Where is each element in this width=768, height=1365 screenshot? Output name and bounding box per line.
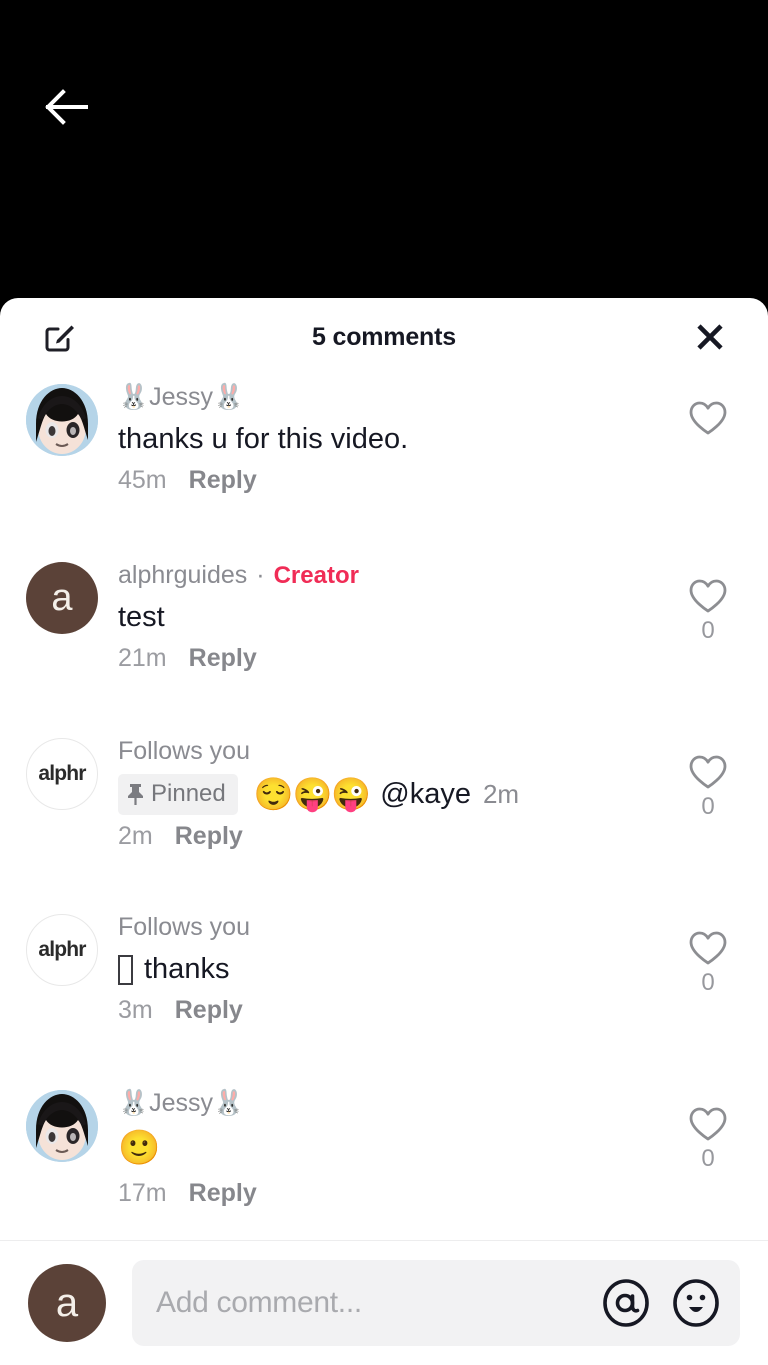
comment-timestamp: 21m — [118, 644, 167, 673]
page-title: 5 comments — [312, 322, 456, 351]
current-user-avatar[interactable]: a — [28, 1264, 106, 1342]
reply-button[interactable]: Reply — [175, 996, 243, 1025]
anime-avatar-image — [26, 384, 98, 456]
author-name: 🐰Jessy🐰 — [118, 1089, 245, 1117]
mention-button[interactable] — [600, 1277, 652, 1329]
comment-item[interactable]: a alphrguides · Creator test 21m Reply 0 — [0, 558, 768, 734]
comment-content: 🐰Jessy🐰 🙂 17m Reply — [118, 1086, 672, 1208]
comment-author[interactable]: alphrguides · Creator — [118, 560, 672, 591]
comment-text: thanks u for this video. — [118, 423, 409, 456]
comment-content: alphrguides · Creator test 21m Reply — [118, 558, 672, 673]
comment-input-placeholder: Add comment... — [156, 1286, 362, 1319]
comment-meta: 45m Reply — [118, 466, 672, 495]
emoji-button[interactable] — [670, 1277, 722, 1329]
comment-text: Pinned 😌😜😜 @kaye 2m — [118, 774, 672, 815]
comments-sheet: 5 comments 🐰Jessy🐰 thanks u for this vid… — [0, 298, 768, 1365]
comment-timestamp: 2m — [118, 821, 153, 850]
comment-item[interactable]: 🐰Jessy🐰 thanks u for this video. 45m Rep… — [0, 380, 768, 558]
reply-button[interactable]: Reply — [175, 822, 243, 851]
comment-meta: 3m Reply — [118, 996, 672, 1025]
arrow-left-icon — [45, 89, 88, 125]
compose-edit-icon — [45, 325, 74, 352]
like-count: 0 — [701, 793, 715, 820]
pinned-label: Pinned — [151, 780, 226, 808]
author-name: 🐰Jessy🐰 — [118, 383, 245, 411]
avatar-container[interactable]: alphr — [26, 910, 98, 986]
like-column[interactable]: 0 — [672, 734, 744, 819]
comment-text: test — [118, 601, 165, 634]
comment-content: Follows you Pinned 😌😜😜 @kaye 2m 2m Reply — [118, 734, 672, 851]
avatar-container[interactable] — [26, 1086, 98, 1162]
like-column[interactable]: 0 — [672, 558, 744, 643]
at-mention-icon — [603, 1279, 649, 1327]
comment-input-field[interactable]: Add comment... — [132, 1260, 740, 1346]
reply-button[interactable]: Reply — [189, 1179, 257, 1208]
comment-author[interactable]: 🐰Jessy🐰 — [118, 1088, 672, 1119]
comment-author[interactable]: Follows you — [118, 736, 672, 767]
heart-outline-icon[interactable] — [688, 1106, 728, 1143]
comment-meta: 2m Reply — [118, 822, 672, 851]
anime-avatar-image — [26, 1090, 98, 1162]
comment-item[interactable]: alphr Follows you thanks 3m Reply 0 — [0, 910, 768, 1086]
avatar-container[interactable]: a — [26, 558, 98, 634]
author-name: alphrguides — [118, 561, 248, 589]
comment-list[interactable]: 🐰Jessy🐰 thanks u for this video. 45m Rep… — [0, 376, 768, 1262]
comment-input-bar: a Add comment... — [0, 1240, 768, 1365]
reply-button[interactable]: Reply — [189, 644, 257, 673]
avatar[interactable] — [26, 1090, 98, 1162]
reply-button[interactable]: Reply — [189, 466, 257, 495]
comment-text: thanks — [118, 950, 672, 989]
comment-meta: 21m Reply — [118, 644, 672, 673]
comment-author[interactable]: 🐰Jessy🐰 — [118, 382, 672, 413]
heart-outline-icon[interactable] — [688, 578, 728, 615]
like-column[interactable] — [672, 380, 744, 441]
mention-link[interactable]: @kaye — [380, 775, 471, 814]
comment-author[interactable]: Follows you — [118, 912, 672, 943]
input-action-icons — [600, 1277, 722, 1329]
comment-meta: 17m Reply — [118, 1179, 672, 1208]
back-button[interactable] — [38, 78, 96, 136]
like-column[interactable]: 0 — [672, 1086, 744, 1171]
pushpin-icon — [128, 783, 143, 805]
creator-badge: Creator — [273, 561, 359, 589]
avatar[interactable]: alphr — [26, 914, 98, 986]
comment-content: Follows you thanks 3m Reply — [118, 910, 672, 1025]
inline-timestamp: 2m — [482, 778, 520, 809]
comment-content: 🐰Jessy🐰 thanks u for this video. 45m Rep… — [118, 380, 672, 495]
close-x-icon — [697, 324, 723, 350]
comment-timestamp: 3m — [118, 996, 153, 1025]
avatar-container[interactable] — [26, 380, 98, 456]
avatar-container[interactable]: alphr — [26, 734, 98, 810]
close-button[interactable] — [688, 315, 732, 359]
follows-you-label: Follows you — [118, 913, 250, 941]
like-column[interactable]: 0 — [672, 910, 744, 995]
like-count: 0 — [701, 1145, 715, 1172]
heart-outline-icon[interactable] — [688, 400, 728, 437]
heart-outline-icon[interactable] — [688, 754, 728, 791]
missing-glyph-box — [118, 954, 133, 985]
emoji-face-icon — [673, 1279, 719, 1327]
video-background — [0, 0, 768, 300]
comment-timestamp: 45m — [118, 466, 167, 495]
compose-button[interactable] — [38, 315, 82, 359]
comment-text-body: thanks — [144, 953, 230, 986]
comment-timestamp: 17m — [118, 1179, 167, 1208]
like-count: 0 — [701, 617, 715, 644]
comment-item[interactable]: alphr Follows you Pinned 😌😜😜 @kaye 2m 2m… — [0, 734, 768, 910]
comment-emojis: 😌😜😜 — [253, 776, 372, 813]
comments-header: 5 comments — [0, 298, 768, 376]
avatar[interactable]: alphr — [26, 738, 98, 810]
avatar[interactable] — [26, 384, 98, 456]
like-count: 0 — [701, 969, 715, 996]
avatar[interactable]: a — [26, 562, 98, 634]
tiktok-comments-screen: 5 comments 🐰Jessy🐰 thanks u for this vid… — [0, 0, 768, 1365]
separator-dot: · — [256, 561, 265, 589]
follows-you-label: Follows you — [118, 737, 250, 765]
comment-text: 🙂 — [118, 1129, 161, 1168]
heart-outline-icon[interactable] — [688, 930, 728, 967]
comment-item[interactable]: 🐰Jessy🐰 🙂 17m Reply 0 — [0, 1086, 768, 1262]
pinned-badge: Pinned — [118, 774, 238, 815]
